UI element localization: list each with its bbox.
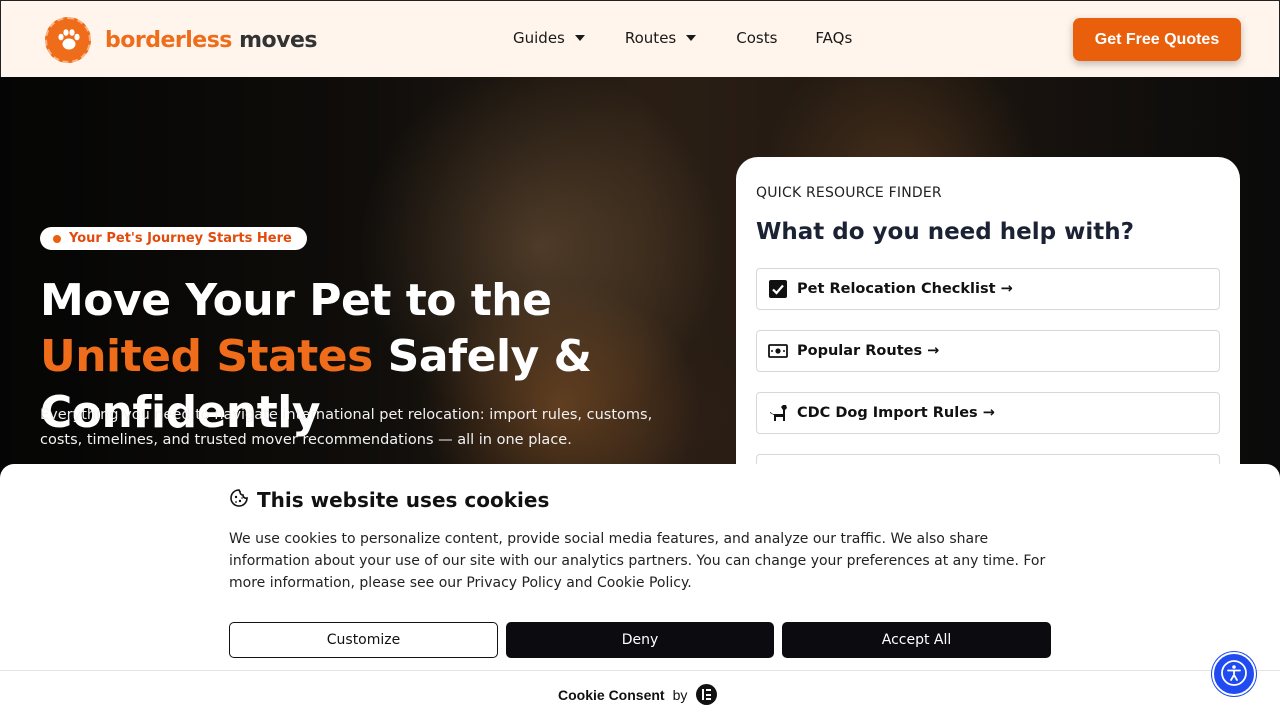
caret-down-icon — [574, 35, 585, 41]
hero-title-accent: United States — [40, 331, 373, 382]
cookie-title: This website uses cookies — [257, 488, 550, 512]
hero-subtitle: Everything you need to navigate internat… — [40, 407, 653, 448]
checkbox-icon — [767, 279, 789, 299]
accept-all-button[interactable]: Accept All — [782, 622, 1051, 658]
card-title: What do you need help with? — [756, 219, 1134, 245]
by-text: by — [672, 686, 688, 703]
nav-item-costs[interactable]: Costs — [736, 29, 777, 47]
paw-plane-icon — [45, 17, 91, 63]
resource-label: Popular Routes → — [797, 343, 940, 359]
caret-down-icon — [686, 35, 697, 41]
resource-link-checklist[interactable]: Pet Relocation Checklist → — [756, 268, 1220, 310]
nav-item-guides[interactable]: Guides — [513, 29, 585, 47]
site-logo[interactable]: borderless moves — [45, 17, 317, 63]
cookie-banner: This website uses cookies We use cookies… — [0, 464, 1280, 720]
elementor-logo-icon[interactable] — [696, 684, 718, 705]
deny-button[interactable]: Deny — [506, 622, 774, 658]
resource-label: Pet Relocation Checklist → — [797, 281, 1013, 297]
dot-icon — [53, 234, 61, 243]
resource-link-cdc-rules[interactable]: CDC Dog Import Rules → — [756, 392, 1220, 434]
accessibility-icon — [1220, 659, 1248, 690]
site-header: borderless moves Guides Routes Costs FAQ… — [0, 0, 1280, 77]
money-icon — [767, 341, 789, 361]
cookie-header: This website uses cookies — [229, 488, 549, 512]
dog-icon — [767, 403, 789, 423]
customize-button[interactable]: Customize — [229, 622, 498, 658]
get-free-quotes-button[interactable]: Get Free Quotes — [1073, 18, 1241, 61]
nav-item-faqs[interactable]: FAQs — [815, 29, 852, 47]
resource-label: CDC Dog Import Rules → — [797, 405, 995, 421]
divider — [0, 670, 1280, 671]
cookie-icon — [229, 488, 249, 512]
nav-label: FAQs — [815, 29, 853, 47]
nav-label: Costs — [736, 29, 778, 47]
badge-text: Your Pet's Journey Starts Here — [69, 231, 292, 246]
logo-text: borderless moves — [105, 27, 317, 53]
cookie-footer: Cookie Consent by — [558, 684, 718, 705]
cookie-consent-brand: Cookie Consent — [558, 686, 665, 703]
cookie-description: We use cookies to personalize content, p… — [229, 531, 1046, 591]
nav-label: Routes — [624, 29, 677, 47]
main-nav: Guides Routes Costs FAQs — [513, 29, 852, 47]
hero-badge: Your Pet's Journey Starts Here — [40, 227, 307, 250]
card-eyebrow: QUICK RESOURCE FINDER — [756, 185, 942, 201]
accessibility-button[interactable] — [1212, 652, 1256, 696]
nav-item-routes[interactable]: Routes — [624, 29, 697, 47]
resource-link-routes[interactable]: Popular Routes → — [756, 330, 1220, 372]
nav-label: Guides — [513, 29, 565, 47]
